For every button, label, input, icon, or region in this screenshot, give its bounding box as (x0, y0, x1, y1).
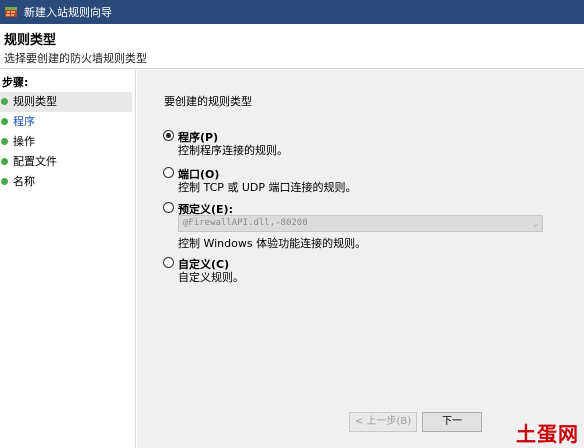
radio-predefined[interactable] (163, 202, 174, 213)
watermark-logo: 土蛋网 (510, 416, 582, 446)
step-label: 名称 (13, 175, 35, 188)
wizard-header: 规则类型 选择要创建的防火墙规则类型 (0, 24, 584, 69)
step-item-action[interactable]: 操作 (0, 132, 132, 152)
predefined-select[interactable]: @FirewallAPI.dll,-80200 ⌄ (178, 215, 543, 232)
step-item-rule-type[interactable]: 规则类型 (0, 92, 132, 112)
step-label: 配置文件 (13, 155, 57, 168)
window-title: 新建入站规则向导 (24, 6, 112, 19)
option-custom-desc: 自定义规则。 (178, 271, 244, 284)
back-button[interactable]: < 上一步(B) (349, 412, 417, 432)
option-port-desc: 控制 TCP 或 UDP 端口连接的规则。 (178, 181, 357, 194)
step-label: 规则类型 (13, 95, 57, 108)
radio-program[interactable] (163, 130, 174, 141)
step-bullet-icon (1, 158, 8, 165)
option-program-desc: 控制程序连接的规则。 (178, 144, 288, 157)
chevron-down-icon: ⌄ (533, 219, 538, 228)
step-label: 操作 (13, 135, 35, 148)
step-bullet-icon (1, 178, 8, 185)
option-predefined-desc: 控制 Windows 体验功能连接的规则。 (178, 237, 367, 250)
predefined-select-value: @FirewallAPI.dll,-80200 (183, 218, 308, 228)
page-title: 规则类型 (4, 33, 57, 48)
step-bullet-icon (1, 98, 8, 105)
page-subtitle: 选择要创建的防火墙规则类型 (4, 52, 147, 65)
next-button[interactable]: 下一 (422, 412, 482, 432)
step-item-profile[interactable]: 配置文件 (0, 152, 132, 172)
radio-custom[interactable] (163, 257, 174, 268)
step-item-name[interactable]: 名称 (0, 172, 132, 192)
rule-type-question: 要创建的规则类型 (164, 95, 252, 108)
step-bullet-icon (1, 138, 8, 145)
window-titlebar: 新建入站规则向导 (0, 0, 584, 24)
steps-sidebar: 步骤: 规则类型 程序 操作 配置文件 名称 (0, 70, 136, 448)
steps-label: 步骤: (2, 76, 29, 89)
step-item-program[interactable]: 程序 (0, 112, 132, 132)
step-label: 程序 (13, 115, 35, 128)
watermark-text: 土蛋网 (516, 422, 579, 446)
step-bullet-icon (1, 118, 8, 125)
radio-port[interactable] (163, 167, 174, 178)
main-panel: 要创建的规则类型 程序(P) 控制程序连接的规则。 端口(O) 控制 TCP 或… (137, 70, 584, 448)
firewall-app-icon (4, 5, 18, 19)
